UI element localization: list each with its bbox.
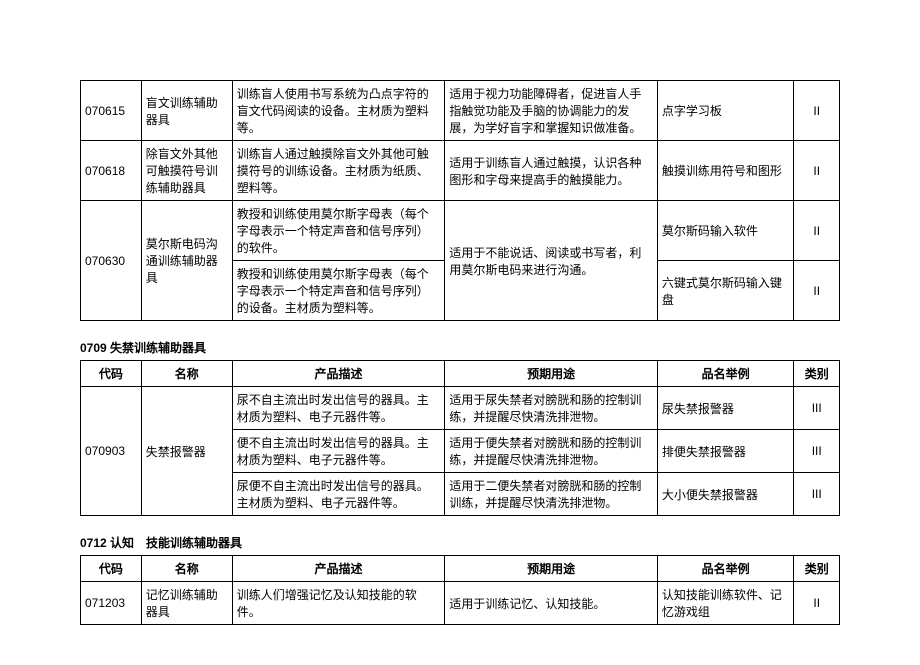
cell-use: 适用于尿失禁者对膀胱和肠的控制训练，并提醒尽快清洗排泄物。 <box>445 387 658 430</box>
cell-category: III <box>794 387 840 430</box>
cell-example: 触摸训练用符号和图形 <box>657 141 794 201</box>
header-example: 品名举例 <box>657 556 794 582</box>
cell-desc: 尿便不自主流出时发出信号的器具。主材质为塑料、电子元器件等。 <box>232 473 445 516</box>
cell-category: II <box>794 261 840 321</box>
cell-example: 点字学习板 <box>657 81 794 141</box>
cell-code: 070615 <box>81 81 142 141</box>
cell-code: 071203 <box>81 582 142 625</box>
header-name: 名称 <box>141 361 232 387</box>
cell-name: 除盲文外其他可触摸符号训练辅助器具 <box>141 141 232 201</box>
cell-use: 适用于不能说话、阅读或书写者，利用莫尔斯电码来进行沟通。 <box>445 201 658 321</box>
header-use: 预期用途 <box>445 556 658 582</box>
cell-category: III <box>794 473 840 516</box>
cell-example: 六键式莫尔斯码输入键盘 <box>657 261 794 321</box>
cell-use: 适用于训练记忆、认知技能。 <box>445 582 658 625</box>
cell-category: II <box>794 81 840 141</box>
cell-desc: 教授和训练使用莫尔斯字母表（每个字母表示一个特定声音和信号序列）的设备。主材质为… <box>232 261 445 321</box>
table-row: 070903 失禁报警器 尿不自主流出时发出信号的器具。主材质为塑料、电子元器件… <box>81 387 840 430</box>
table-0706: 070615 盲文训练辅助器具 训练盲人使用书写系统为凸点字符的盲文代码阅读的设… <box>80 80 840 321</box>
header-code: 代码 <box>81 556 142 582</box>
cell-example: 尿失禁报警器 <box>657 387 794 430</box>
header-code: 代码 <box>81 361 142 387</box>
cell-use: 适用于二便失禁者对膀胱和肠的控制训练，并提醒尽快清洗排泄物。 <box>445 473 658 516</box>
table-0709: 代码 名称 产品描述 预期用途 品名举例 类别 070903 失禁报警器 尿不自… <box>80 360 840 516</box>
cell-example: 大小便失禁报警器 <box>657 473 794 516</box>
header-use: 预期用途 <box>445 361 658 387</box>
table-row: 070615 盲文训练辅助器具 训练盲人使用书写系统为凸点字符的盲文代码阅读的设… <box>81 81 840 141</box>
table-row: 070618 除盲文外其他可触摸符号训练辅助器具 训练盲人通过触摸除盲文外其他可… <box>81 141 840 201</box>
table-0712: 代码 名称 产品描述 预期用途 品名举例 类别 071203 记忆训练辅助器具 … <box>80 555 840 625</box>
header-desc: 产品描述 <box>232 361 445 387</box>
header-category: 类别 <box>794 556 840 582</box>
cell-code: 070903 <box>81 387 142 516</box>
cell-name: 记忆训练辅助器具 <box>141 582 232 625</box>
cell-example: 莫尔斯码输入软件 <box>657 201 794 261</box>
table-row: 070630 莫尔斯电码沟通训练辅助器具 教授和训练使用莫尔斯字母表（每个字母表… <box>81 201 840 261</box>
cell-desc: 教授和训练使用莫尔斯字母表（每个字母表示一个特定声音和信号序列）的软件。 <box>232 201 445 261</box>
table-header-row: 代码 名称 产品描述 预期用途 品名举例 类别 <box>81 556 840 582</box>
table-row: 071203 记忆训练辅助器具 训练人们增强记忆及认知技能的软件。 适用于训练记… <box>81 582 840 625</box>
section-title-0709: 0709 失禁训练辅助器具 <box>80 339 840 356</box>
cell-category: II <box>794 201 840 261</box>
cell-desc: 训练盲人使用书写系统为凸点字符的盲文代码阅读的设备。主材质为塑料等。 <box>232 81 445 141</box>
cell-name: 莫尔斯电码沟通训练辅助器具 <box>141 201 232 321</box>
header-example: 品名举例 <box>657 361 794 387</box>
cell-desc: 训练盲人通过触摸除盲文外其他可触摸符号的训练设备。主材质为纸质、塑料等。 <box>232 141 445 201</box>
cell-category: II <box>794 582 840 625</box>
cell-use: 适用于视力功能障碍者，促进盲人手指触觉功能及手脑的协调能力的发展，为学好盲字和掌… <box>445 81 658 141</box>
cell-name: 失禁报警器 <box>141 387 232 516</box>
header-desc: 产品描述 <box>232 556 445 582</box>
cell-name: 盲文训练辅助器具 <box>141 81 232 141</box>
cell-category: III <box>794 430 840 473</box>
cell-code: 070618 <box>81 141 142 201</box>
header-category: 类别 <box>794 361 840 387</box>
cell-desc: 尿不自主流出时发出信号的器具。主材质为塑料、电子元器件等。 <box>232 387 445 430</box>
cell-desc: 便不自主流出时发出信号的器具。主材质为塑料、电子元器件等。 <box>232 430 445 473</box>
cell-desc: 训练人们增强记忆及认知技能的软件。 <box>232 582 445 625</box>
cell-category: II <box>794 141 840 201</box>
cell-use: 适用于训练盲人通过触摸，认识各种图形和字母来提高手的触摸能力。 <box>445 141 658 201</box>
cell-use: 适用于便失禁者对膀胱和肠的控制训练，并提醒尽快清洗排泄物。 <box>445 430 658 473</box>
cell-code: 070630 <box>81 201 142 321</box>
cell-example: 认知技能训练软件、记忆游戏组 <box>657 582 794 625</box>
header-name: 名称 <box>141 556 232 582</box>
table-header-row: 代码 名称 产品描述 预期用途 品名举例 类别 <box>81 361 840 387</box>
cell-example: 排便失禁报警器 <box>657 430 794 473</box>
section-title-0712: 0712 认知 技能训练辅助器具 <box>80 534 840 551</box>
